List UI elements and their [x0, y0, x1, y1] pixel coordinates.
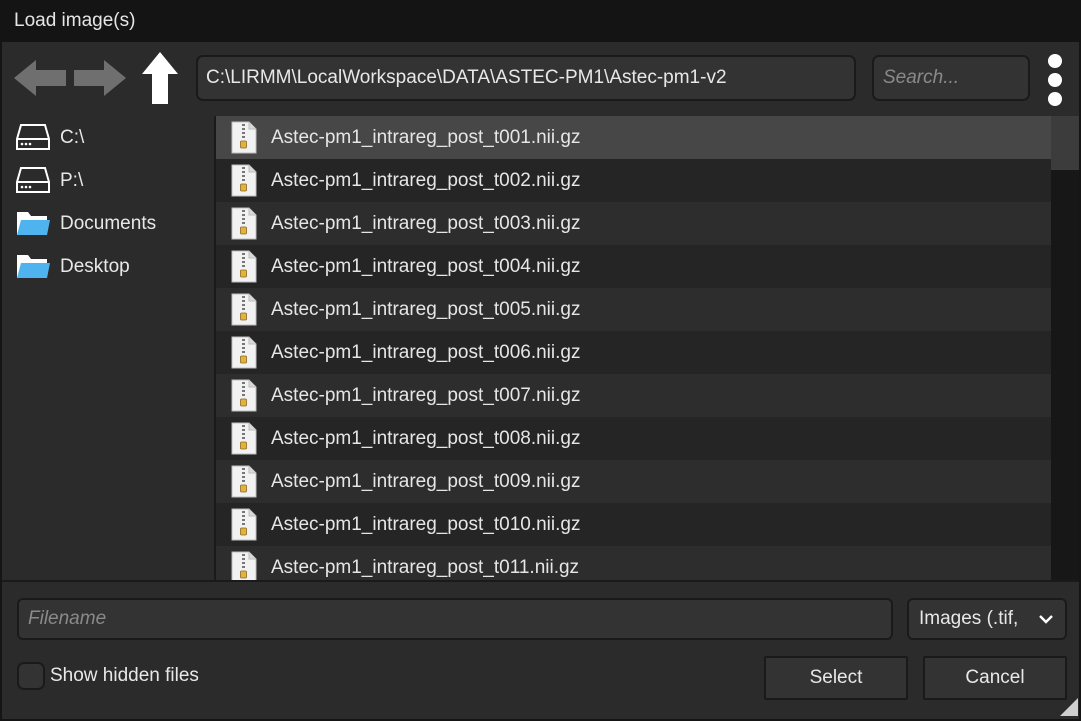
select-button[interactable]: Select: [764, 656, 908, 700]
chevron-down-icon: [1039, 615, 1053, 624]
scrollbar-thumb[interactable]: [1051, 116, 1079, 170]
file-row[interactable]: Astec-pm1_intrareg_post_t011.nii.gz: [216, 546, 1051, 580]
archive-file-icon: [231, 508, 257, 541]
file-row[interactable]: Astec-pm1_intrareg_post_t008.nii.gz: [216, 417, 1051, 460]
archive-file-icon: [231, 250, 257, 283]
archive-file-icon: [231, 164, 257, 197]
sidebar-item-desktop[interactable]: Desktop: [2, 245, 214, 288]
sidebar-item-label: C:\: [60, 127, 85, 148]
file-type-label: Images (.tif,: [919, 608, 1019, 629]
file-row[interactable]: Astec-pm1_intrareg_post_t002.nii.gz: [216, 159, 1051, 202]
archive-file-icon: [231, 293, 257, 326]
file-name: Astec-pm1_intrareg_post_t005.nii.gz: [271, 299, 581, 320]
kebab-menu-icon: [1048, 92, 1062, 106]
forward-button[interactable]: [72, 56, 128, 100]
file-row[interactable]: Astec-pm1_intrareg_post_t007.nii.gz: [216, 374, 1051, 417]
drive-icon: [16, 167, 50, 193]
more-options-button[interactable]: [1042, 52, 1068, 108]
sidebar-item-label: Desktop: [60, 256, 130, 277]
file-name: Astec-pm1_intrareg_post_t007.nii.gz: [271, 385, 581, 406]
sidebar-item-c-drive[interactable]: C:\: [2, 116, 214, 159]
cancel-button[interactable]: Cancel: [923, 656, 1067, 700]
arrow-left-icon: [14, 60, 66, 96]
places-sidebar: C:\ P:\ Documents Desktop: [2, 116, 214, 580]
file-name: Astec-pm1_intrareg_post_t006.nii.gz: [271, 342, 581, 363]
arrow-up-icon: [142, 52, 178, 104]
archive-file-icon: [231, 551, 257, 580]
archive-file-icon: [231, 422, 257, 455]
show-hidden-label: Show hidden files: [50, 665, 199, 686]
file-name: Astec-pm1_intrareg_post_t004.nii.gz: [271, 256, 581, 277]
file-name: Astec-pm1_intrareg_post_t001.nii.gz: [271, 127, 581, 148]
sidebar-item-label: Documents: [60, 213, 157, 234]
file-row[interactable]: Astec-pm1_intrareg_post_t001.nii.gz: [216, 116, 1051, 159]
sidebar-item-label: P:\: [60, 170, 84, 191]
file-type-select[interactable]: Images (.tif,: [907, 598, 1067, 640]
filename-input[interactable]: [17, 598, 893, 640]
file-row[interactable]: Astec-pm1_intrareg_post_t005.nii.gz: [216, 288, 1051, 331]
archive-file-icon: [231, 336, 257, 369]
file-name: Astec-pm1_intrareg_post_t010.nii.gz: [271, 514, 581, 535]
back-button[interactable]: [12, 56, 68, 100]
sidebar-item-documents[interactable]: Documents: [2, 202, 214, 245]
file-row[interactable]: Astec-pm1_intrareg_post_t006.nii.gz: [216, 331, 1051, 374]
up-directory-button[interactable]: [138, 50, 182, 106]
file-list-scrollbar[interactable]: [1051, 116, 1079, 580]
archive-file-icon: [231, 207, 257, 240]
drive-icon: [16, 124, 50, 150]
folder-icon: [17, 255, 50, 278]
file-row[interactable]: Astec-pm1_intrareg_post_t010.nii.gz: [216, 503, 1051, 546]
file-name: Astec-pm1_intrareg_post_t011.nii.gz: [271, 557, 580, 578]
kebab-menu-icon: [1048, 54, 1062, 68]
search-input[interactable]: [872, 55, 1030, 101]
path-field[interactable]: [196, 55, 856, 101]
sidebar-item-p-drive[interactable]: P:\: [2, 159, 214, 202]
toolbar: [2, 42, 1079, 116]
file-dialog: C:\ P:\ Documents Desktop Astec-pm1_: [0, 42, 1081, 721]
window-title: Load image(s): [0, 0, 1081, 42]
folder-icon: [17, 212, 50, 235]
file-row[interactable]: Astec-pm1_intrareg_post_t004.nii.gz: [216, 245, 1051, 288]
archive-file-icon: [231, 379, 257, 412]
archive-file-icon: [231, 121, 257, 154]
file-name: Astec-pm1_intrareg_post_t002.nii.gz: [271, 170, 581, 191]
file-row[interactable]: Astec-pm1_intrareg_post_t003.nii.gz: [216, 202, 1051, 245]
file-name: Astec-pm1_intrareg_post_t003.nii.gz: [271, 213, 581, 234]
arrow-right-icon: [74, 60, 126, 96]
file-list: Astec-pm1_intrareg_post_t001.nii.gz Astec…: [214, 116, 1051, 580]
file-row[interactable]: Astec-pm1_intrareg_post_t009.nii.gz: [216, 460, 1051, 503]
dialog-footer: Images (.tif, Show hidden files Select C…: [2, 580, 1079, 719]
kebab-menu-icon: [1048, 73, 1062, 87]
file-name: Astec-pm1_intrareg_post_t009.nii.gz: [271, 471, 581, 492]
file-name: Astec-pm1_intrareg_post_t008.nii.gz: [271, 428, 581, 449]
resize-grip-icon[interactable]: [1060, 698, 1078, 716]
archive-file-icon: [231, 465, 257, 498]
show-hidden-checkbox[interactable]: [17, 662, 45, 690]
